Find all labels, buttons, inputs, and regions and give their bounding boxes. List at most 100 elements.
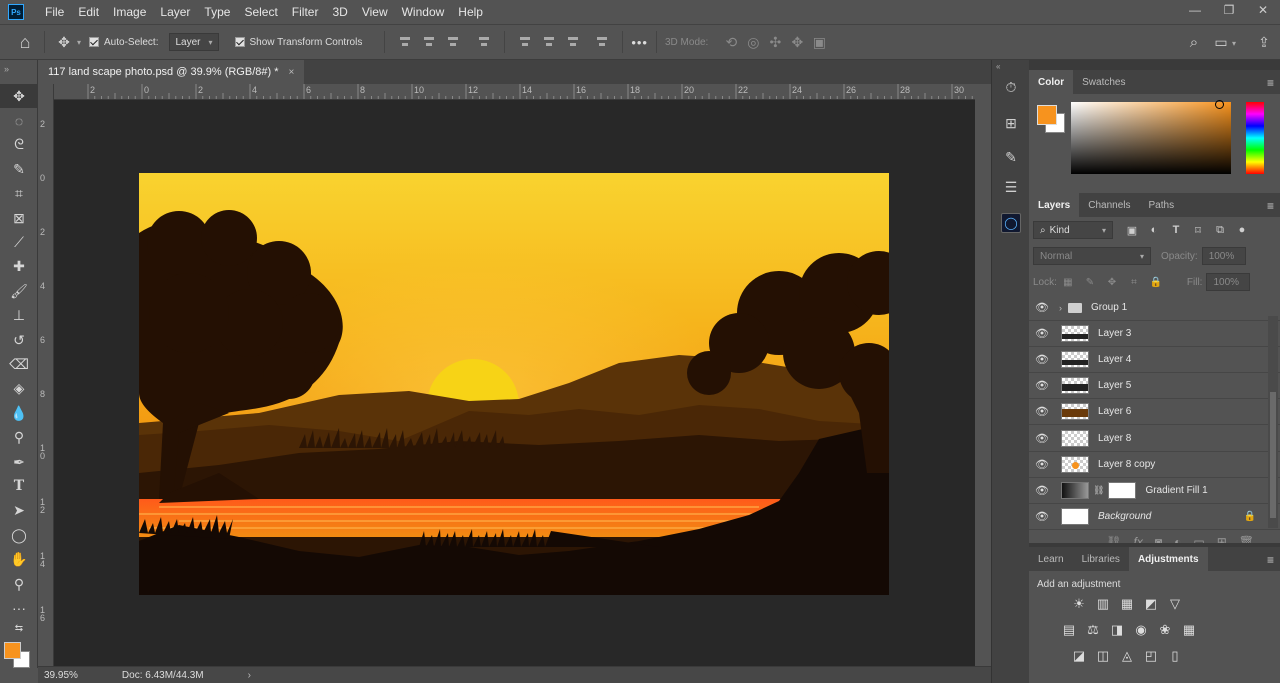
crop-tool-icon[interactable]: ⌗ (0, 182, 38, 206)
hue-slider[interactable] (1246, 102, 1264, 174)
zoom-tool-icon[interactable]: ⚲ (0, 572, 38, 596)
brush-tool-icon[interactable]: 🖌 (0, 279, 38, 303)
menu-select[interactable]: Select (237, 0, 284, 24)
hand-tool-icon[interactable]: ✋ (0, 547, 38, 571)
lasso-tool-icon[interactable]: ᘓ (0, 133, 38, 157)
layer-row[interactable]: 👁 Background 🔒 (1029, 504, 1280, 530)
history-icon[interactable]: ⏱ (992, 72, 1030, 102)
menu-help[interactable]: Help (451, 0, 490, 24)
chevron-down-icon[interactable]: ▾ (77, 38, 81, 47)
eye-icon[interactable]: 👁 (1029, 327, 1055, 340)
more-options-button[interactable]: ••• (631, 35, 648, 50)
show-transform-checkbox[interactable] (234, 37, 245, 47)
3d-slide-icon[interactable]: ✥ (786, 31, 808, 53)
type-filter-icon[interactable]: T (1165, 219, 1187, 241)
layer-row[interactable]: 👁 Layer 8 copy (1029, 452, 1280, 478)
path-selection-tool-icon[interactable]: ➤ (0, 499, 38, 523)
workspace-icon[interactable]: ▭ (1210, 31, 1232, 53)
canvas-area[interactable] (54, 100, 975, 666)
align-middle-icon[interactable] (542, 35, 556, 49)
layer-row[interactable]: 👁 Layer 3 (1029, 321, 1280, 348)
blend-mode-dropdown[interactable]: Normal ▾ (1033, 247, 1151, 265)
black-white-icon[interactable]: ◨ (1109, 622, 1125, 638)
threshold-icon[interactable]: ◬ (1119, 648, 1135, 664)
tab-swatches[interactable]: Swatches (1073, 70, 1134, 94)
type-tool-icon[interactable]: T (0, 474, 38, 498)
menu-type[interactable]: Type (197, 0, 237, 24)
tab-paths[interactable]: Paths (1140, 193, 1184, 217)
layer-row[interactable]: 👁 Layer 6 (1029, 399, 1280, 426)
auto-select-dropdown[interactable]: Layer ▾ (168, 33, 219, 51)
3d-roll-icon[interactable]: ◎ (742, 31, 764, 53)
tab-color[interactable]: Color (1029, 70, 1074, 94)
invert-icon[interactable]: ◪ (1071, 648, 1087, 664)
levels-icon[interactable]: ▥ (1095, 596, 1111, 612)
align-right-icon[interactable] (446, 35, 460, 49)
marquee-tool-icon[interactable]: ◌ (0, 108, 38, 132)
share-icon[interactable]: ⇪ (1253, 31, 1275, 53)
channel-mixer-icon[interactable]: ❀ (1157, 622, 1173, 638)
tab-layers[interactable]: Layers (1029, 193, 1080, 217)
selective-color-icon[interactable]: ◰ (1143, 648, 1159, 664)
menu-edit[interactable]: Edit (71, 0, 106, 24)
color-picker-ring[interactable] (1215, 100, 1224, 109)
brightness-icon[interactable]: ☀ (1071, 596, 1087, 612)
document-canvas[interactable] (139, 173, 889, 595)
lock-artboard-icon[interactable]: ⌗ (1123, 271, 1145, 293)
eye-icon[interactable]: 👁 (1029, 432, 1055, 445)
layer-row[interactable]: 👁 Layer 5 (1029, 373, 1280, 400)
exposure-icon[interactable]: ◩ (1143, 596, 1159, 612)
chevron-right-icon[interactable]: › (1059, 303, 1062, 313)
eye-icon[interactable]: 👁 (1029, 458, 1055, 471)
posterize-icon[interactable]: ◫ (1095, 648, 1111, 664)
scrollbar-thumb[interactable] (1270, 392, 1276, 518)
eye-icon[interactable]: 👁 (1029, 353, 1055, 366)
more-tools-icon[interactable]: ··· (0, 596, 38, 620)
eraser-tool-icon[interactable]: ⌫ (0, 352, 38, 376)
distribute-vertical-icon[interactable] (595, 35, 609, 49)
home-icon[interactable]: ⌂ (14, 31, 36, 53)
distribute-icon[interactable] (477, 35, 491, 49)
layers-scrollbar[interactable] (1268, 316, 1278, 528)
curves-icon[interactable]: ▦ (1119, 596, 1135, 612)
fill-field[interactable]: 100% (1206, 273, 1251, 291)
color-balance-icon[interactable]: ⚖ (1085, 622, 1101, 638)
document-tab[interactable]: 117 land scape photo.psd @ 39.9% (RGB/8#… (38, 60, 305, 84)
align-bottom-icon[interactable] (566, 35, 580, 49)
navigator-icon[interactable]: ◯ (992, 208, 1030, 238)
lock-position-icon[interactable]: ✥ (1101, 271, 1123, 293)
gradient-map-icon[interactable]: ▯ (1167, 648, 1183, 664)
tab-libraries[interactable]: Libraries (1073, 547, 1129, 571)
status-menu-arrow[interactable]: › (248, 670, 251, 681)
properties-icon[interactable]: ☰ (992, 172, 1030, 202)
frame-tool-icon[interactable]: ⊠ (0, 206, 38, 230)
kind-filter-dropdown[interactable]: ⌕ Kind ▾ (1033, 221, 1113, 239)
3d-orbit-icon[interactable]: ⟲ (720, 31, 742, 53)
move-tool-icon[interactable]: ✥ (53, 31, 75, 53)
menu-3d[interactable]: 3D (325, 0, 354, 24)
minimize-button[interactable]: — (1178, 0, 1212, 20)
tab-channels[interactable]: Channels (1079, 193, 1139, 217)
3d-video-icon[interactable]: ▣ (808, 31, 830, 53)
chevron-down-icon[interactable]: ▾ (1232, 39, 1236, 48)
quick-select-tool-icon[interactable]: ✎ (0, 157, 38, 181)
zoom-level[interactable]: 39.95% (44, 670, 78, 681)
tab-learn[interactable]: Learn (1029, 547, 1073, 571)
menu-layer[interactable]: Layer (153, 0, 197, 24)
move-tool-icon[interactable]: ✥ (0, 84, 38, 109)
eye-icon[interactable]: 👁 (1029, 510, 1055, 523)
search-icon[interactable]: ⌕ (1183, 31, 1205, 53)
align-left-icon[interactable] (398, 35, 412, 49)
menu-window[interactable]: Window (395, 0, 452, 24)
opacity-field[interactable]: 100% (1201, 247, 1246, 265)
lock-transparency-icon[interactable]: ▦ (1057, 271, 1079, 293)
menu-file[interactable]: File (38, 0, 71, 24)
panel-menu-icon[interactable]: ≡ (1267, 76, 1274, 90)
hue-saturation-icon[interactable]: ▤ (1061, 622, 1077, 638)
close-tab-icon[interactable]: × (289, 67, 295, 78)
healing-brush-tool-icon[interactable]: ✚ (0, 255, 38, 279)
lock-all-icon[interactable]: 🔒 (1145, 271, 1167, 293)
eyedropper-tool-icon[interactable]: ⟋ (0, 230, 38, 254)
eye-icon[interactable]: 👁 (1029, 301, 1055, 314)
panel-menu-icon[interactable]: ≡ (1267, 553, 1274, 567)
